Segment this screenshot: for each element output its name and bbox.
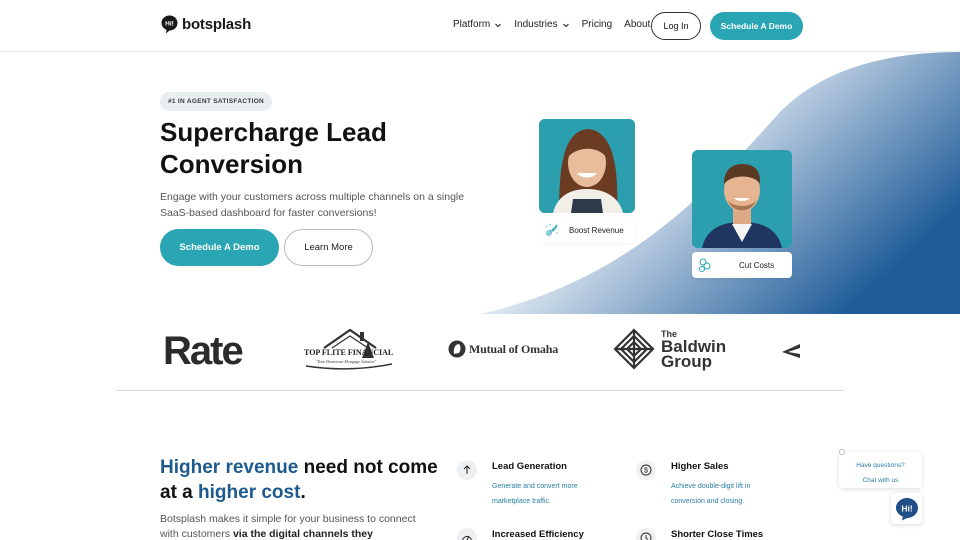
topflite-tagline: "Your Hometown Mortgage Solution" <box>316 359 377 364</box>
nav-industries[interactable]: Industries <box>514 19 569 30</box>
boost-revenue-label: Boost Revenue <box>569 225 624 235</box>
topflite-name: TOP FLITE FINANCIAL <box>304 348 393 357</box>
lead-generation-icon-wrap <box>457 460 477 480</box>
login-button[interactable]: Log In <box>651 12 701 40</box>
section-divider <box>116 390 844 391</box>
hero-background <box>0 52 960 314</box>
nav-about-label: About <box>624 19 651 30</box>
revenue-description-bold: via the digital channels they <box>232 528 373 540</box>
baldwin-group-logo: The Baldwin Group <box>613 328 726 370</box>
revenue-description: Botsplash makes it simple for your busin… <box>160 512 430 540</box>
woman-portrait-image <box>539 119 635 213</box>
cut-costs-label: Cut Costs <box>739 260 775 270</box>
chat-button-text: Hi! <box>901 503 913 513</box>
boost-revenue-tag: Boost Revenue <box>539 217 635 243</box>
svg-text:Hi!: Hi! <box>165 21 174 28</box>
chat-launcher-button[interactable]: Hi! <box>891 493 922 524</box>
baldwin-group-text: The Baldwin Group <box>661 329 726 371</box>
heading-highlight-2: higher cost <box>198 482 301 503</box>
hero-subtitle: Engage with your customers across multip… <box>160 191 465 219</box>
coins-icon <box>699 258 711 272</box>
nav-about[interactable]: About <box>624 19 650 30</box>
partial-logo-icon <box>782 344 800 358</box>
dollar-icon: $ <box>640 464 652 476</box>
main-nav: Platform Industries Pricing About <box>453 19 650 30</box>
nav-pricing-label: Pricing <box>581 19 613 30</box>
increased-efficiency-icon-wrap <box>457 528 477 540</box>
arrow-up-icon <box>463 465 471 474</box>
gauge-icon <box>462 535 472 540</box>
heading-highlight-1: Higher revenue <box>160 457 299 478</box>
mutual-of-omaha-text: Mutual of Omaha <box>469 341 559 356</box>
rocket-icon <box>545 224 558 236</box>
man-portrait-image <box>692 150 792 248</box>
satisfaction-badge: #1 IN AGENT SATISFACTION <box>160 92 273 111</box>
chat-bubble-icon: Hi! <box>895 497 918 520</box>
clock-icon <box>640 532 652 540</box>
higher-sales-icon-wrap: $ <box>636 460 656 480</box>
increased-efficiency-title: Increased Efficiency <box>492 529 584 540</box>
cut-costs-tag: Cut Costs <box>692 252 792 278</box>
mutual-of-omaha-logo: Mutual of Omaha <box>448 340 558 358</box>
hero-title: Supercharge Lead Conversion <box>160 117 387 179</box>
chevron-down-icon <box>562 23 569 27</box>
shorter-close-icon-wrap <box>636 528 656 540</box>
woman-photo <box>539 119 635 213</box>
baldwin-knot-icon <box>613 328 655 370</box>
svg-text:$: $ <box>644 468 648 475</box>
schedule-demo-button[interactable]: Schedule A Demo <box>160 229 279 266</box>
higher-sales-desc: Achieve double-digit lift in conversion … <box>671 483 751 505</box>
topflite-logo: TOP FLITE FINANCIAL "Your Hometown Mortg… <box>304 328 393 370</box>
nav-industries-label: Industries <box>514 19 558 30</box>
man-photo <box>692 150 792 248</box>
chat-prompt[interactable]: Have questions? Chat with us <box>839 452 922 488</box>
lead-generation-title: Lead Generation <box>492 461 567 472</box>
chat-prompt-line2: Chat with us <box>862 477 899 484</box>
hero-gradient-shape <box>480 52 960 314</box>
lead-generation-desc: Generate and convert more marketplace tr… <box>492 483 578 505</box>
customer-logos: Rate TOP FLITE FINANCIAL "Your Hometown … <box>0 314 960 392</box>
schedule-demo-header-button[interactable]: Schedule A Demo <box>710 12 803 40</box>
brand-logo[interactable]: Hi! botsplash <box>161 15 251 34</box>
chat-prompt-close-icon[interactable] <box>839 449 845 455</box>
nav-platform[interactable]: Platform <box>453 19 502 30</box>
chevron-down-icon <box>495 23 502 27</box>
revenue-heading: Higher revenue need not come at a higher… <box>160 455 440 505</box>
heading-end: . <box>300 482 306 503</box>
baldwin-line2: Group <box>661 351 712 371</box>
higher-sales-title: Higher Sales <box>671 461 729 472</box>
indian-head-icon <box>448 340 466 358</box>
rate-logo: Rate <box>163 329 244 373</box>
nav-platform-label: Platform <box>453 19 491 30</box>
site-header: Hi! botsplash Platform Industries Pricin… <box>0 0 960 52</box>
botsplash-logo-icon: Hi! <box>161 15 178 34</box>
learn-more-button[interactable]: Learn More <box>284 229 373 266</box>
shorter-close-title: Shorter Close Times <box>671 529 764 540</box>
chat-prompt-line1: Have questions? <box>856 462 905 469</box>
nav-pricing[interactable]: Pricing <box>582 19 613 30</box>
brand-name: botsplash <box>182 16 252 33</box>
